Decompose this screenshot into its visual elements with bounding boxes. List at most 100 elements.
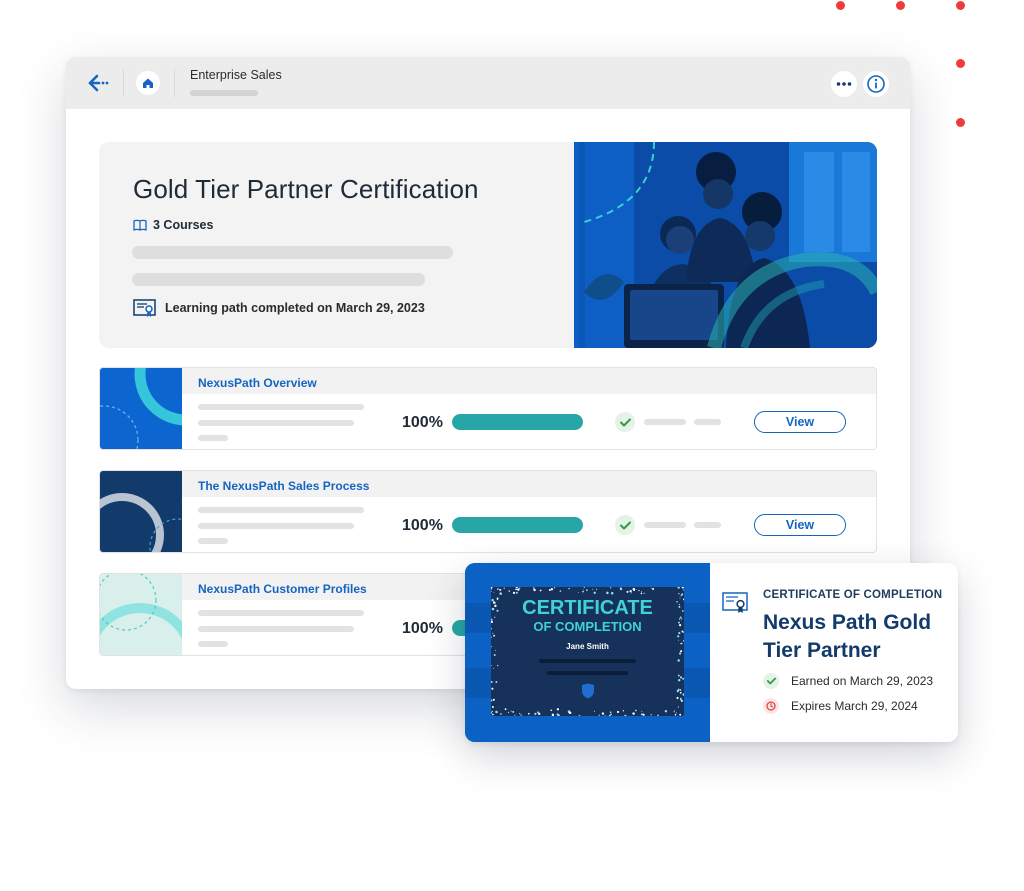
- course-thumbnail: [100, 574, 182, 655]
- sparkle: [492, 698, 495, 701]
- decorative-dot: [956, 1, 965, 10]
- sparkle: [532, 587, 535, 589]
- progress-percent: 100%: [402, 414, 443, 431]
- sparkle: [527, 712, 530, 715]
- view-course-button[interactable]: View: [754, 514, 846, 536]
- completion-status: Learning path completed on March 29, 202…: [133, 298, 425, 318]
- sparkle: [556, 713, 559, 716]
- sparkle: [631, 592, 633, 594]
- sparkle: [582, 590, 584, 593]
- sparkle: [550, 588, 554, 591]
- sparkle: [499, 588, 502, 591]
- course-meta-placeholder: [198, 420, 354, 426]
- sparkle: [679, 689, 682, 691]
- sparkle: [640, 592, 643, 595]
- sparkle: [679, 652, 682, 655]
- sparkle: [596, 588, 598, 590]
- sparkle: [492, 713, 494, 716]
- sparkle: [680, 593, 684, 596]
- certificate-card: CERTIFICATE OF COMPLETION Jane Smith CER…: [465, 563, 958, 742]
- sparkle: [593, 710, 595, 712]
- sparkle: [682, 677, 684, 680]
- sparkle: [515, 591, 518, 594]
- sparkle: [592, 588, 594, 590]
- certificate-kicker: CERTIFICATE OF COMPLETION: [763, 589, 943, 601]
- sparkle: [673, 711, 675, 713]
- sparkle: [678, 592, 680, 595]
- sparkle: [635, 588, 637, 590]
- sparkle: [677, 706, 680, 708]
- course-meta-placeholder: [198, 404, 364, 410]
- expiry-date: Expires March 29, 2024: [791, 699, 918, 713]
- sparkle: [680, 697, 682, 700]
- sparkle: [677, 674, 680, 677]
- sparkle: [674, 713, 677, 716]
- progress-percent: 100%: [402, 517, 443, 534]
- view-course-button[interactable]: View: [754, 411, 846, 433]
- more-options-button[interactable]: [831, 71, 857, 97]
- home-button[interactable]: [136, 71, 160, 95]
- checkmark-icon: [619, 521, 631, 529]
- course-thumbnail-art: [100, 368, 182, 449]
- sparkle: [497, 664, 499, 667]
- sparkle: [677, 635, 680, 638]
- description-placeholder: [132, 246, 453, 259]
- back-button[interactable]: [86, 71, 112, 95]
- sparkle: [635, 709, 637, 712]
- sparkle: [677, 639, 679, 641]
- sparkle: [624, 714, 627, 716]
- earned-check-badge: [763, 673, 779, 689]
- course-meta-placeholder: [198, 507, 364, 513]
- decorative-dot: [836, 1, 845, 10]
- expiry-date-row: Expires March 29, 2024: [763, 698, 918, 714]
- sparkle: [609, 711, 612, 714]
- sparkle: [583, 587, 585, 589]
- back-arrow-icon: [88, 74, 109, 92]
- preview-title-line1: CERTIFICATE: [522, 597, 653, 619]
- course-thumbnail-art: [100, 471, 182, 552]
- sparkle: [664, 710, 668, 713]
- course-title-link[interactable]: The NexusPath Sales Process: [198, 479, 369, 493]
- sparkle: [517, 588, 520, 591]
- sparkle: [679, 713, 682, 716]
- sparkle: [622, 710, 625, 712]
- sparkle: [676, 690, 679, 693]
- sparkle: [553, 587, 556, 589]
- window-title: Enterprise Sales: [190, 68, 282, 82]
- sparkle: [652, 587, 655, 591]
- sparkle: [514, 714, 516, 716]
- sparkle: [601, 712, 605, 715]
- preview-line-placeholder: [539, 659, 636, 663]
- more-dots-icon: [836, 82, 852, 86]
- sparkle: [578, 591, 579, 593]
- sparkle: [633, 589, 635, 592]
- sparkle: [495, 710, 498, 714]
- certificate-icon-wrap: [722, 591, 750, 620]
- sparkle: [503, 587, 505, 589]
- sparkle: [598, 714, 600, 716]
- preview-recipient: Jane Smith: [566, 642, 609, 651]
- preview-line-placeholder: [547, 671, 628, 675]
- course-title-link[interactable]: NexusPath Customer Profiles: [198, 582, 367, 596]
- sparkle: [550, 709, 553, 712]
- status-placeholder: [644, 522, 686, 528]
- sparkle: [650, 587, 652, 589]
- certificate-preview-panel: CERTIFICATE OF COMPLETION Jane Smith: [465, 563, 710, 742]
- sparkle: [515, 587, 518, 589]
- sparkle: [626, 590, 629, 593]
- course-meta-placeholder: [198, 538, 228, 544]
- course-meta-placeholder: [198, 610, 364, 616]
- earned-date: Earned on March 29, 2023: [791, 674, 934, 688]
- info-button[interactable]: [863, 71, 889, 97]
- sparkle: [680, 699, 683, 702]
- preview-title-line2: OF COMPLETION: [533, 619, 642, 634]
- sparkle: [491, 687, 494, 690]
- sparkle: [491, 710, 493, 712]
- sparkle: [643, 592, 645, 594]
- progress-bar-fill: [452, 517, 583, 533]
- sparkle: [606, 591, 609, 595]
- sparkle: [556, 708, 560, 711]
- sparkle: [520, 714, 522, 716]
- course-title-link[interactable]: NexusPath Overview: [198, 376, 317, 390]
- sparkle: [629, 590, 632, 593]
